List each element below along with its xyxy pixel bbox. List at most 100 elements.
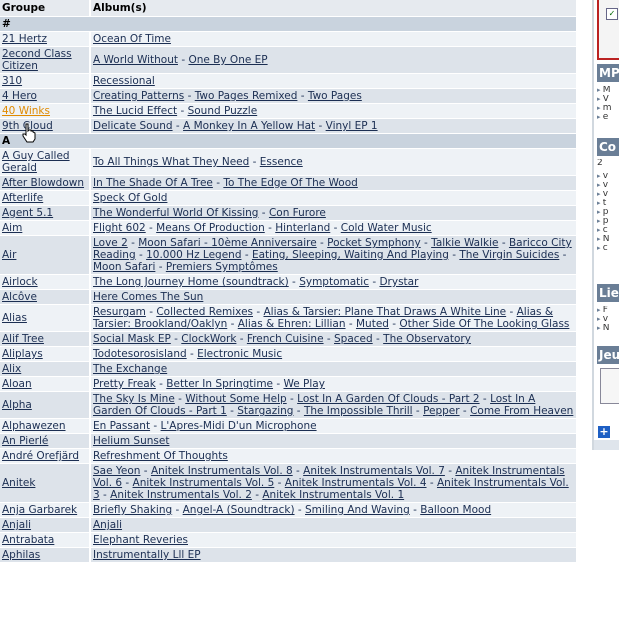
album-link[interactable]: Hinterland: [275, 222, 330, 234]
album-link[interactable]: The Observatory: [383, 333, 471, 345]
sidebar-link[interactable]: ▸ m: [597, 104, 619, 113]
group-link[interactable]: Alias: [2, 312, 27, 324]
album-link[interactable]: The Lucid Effect: [93, 105, 177, 117]
album-link[interactable]: Talkie Walkie: [431, 237, 498, 249]
album-link[interactable]: Lost In A Garden Of Clouds - Part 2: [297, 393, 479, 405]
group-link[interactable]: 2econd Class Citizen: [2, 48, 72, 72]
sidebar-link[interactable]: ▸ v: [597, 172, 619, 181]
group-link[interactable]: Air: [2, 249, 16, 261]
album-link[interactable]: Two Pages Remixed: [195, 90, 298, 102]
album-link[interactable]: Anitek Instrumentals Vol. 4: [285, 477, 427, 489]
album-link[interactable]: Eating, Sleeping, Waiting And Playing: [252, 249, 449, 261]
album-link[interactable]: Alias & Ehren: Lillian: [238, 318, 346, 330]
album-link[interactable]: Pocket Symphony: [327, 237, 421, 249]
group-link[interactable]: An Pierlé: [2, 435, 48, 447]
album-link[interactable]: Drystar: [379, 276, 418, 288]
sidebar-link[interactable]: ▸ v: [597, 315, 619, 324]
game-box[interactable]: [600, 368, 619, 404]
album-link[interactable]: L'Apres-Midi D'un Microphone: [161, 420, 317, 432]
sidebar-link[interactable]: ▸ N: [597, 235, 619, 244]
group-link[interactable]: Alphawezen: [2, 420, 66, 432]
album-link[interactable]: Social Mask EP: [93, 333, 171, 345]
checkbox[interactable]: ✓: [606, 8, 618, 20]
album-link[interactable]: Briefly Shaking: [93, 504, 172, 516]
album-link[interactable]: Muted: [356, 318, 389, 330]
group-link[interactable]: Aliplays: [2, 348, 43, 360]
album-link[interactable]: A World Without: [93, 54, 178, 66]
album-link[interactable]: Symptomatic: [299, 276, 369, 288]
album-link[interactable]: Vinyl EP 1: [326, 120, 378, 132]
album-link[interactable]: 10.000 Hz Legend: [146, 249, 241, 261]
group-link[interactable]: Antrabata: [2, 534, 54, 546]
album-link[interactable]: In The Shade Of A Tree: [93, 177, 213, 189]
group-link[interactable]: Alix: [2, 363, 21, 375]
sidebar-link[interactable]: ▸ F: [597, 306, 619, 315]
album-link[interactable]: Smiling And Waving: [305, 504, 410, 516]
sidebar-link[interactable]: ▸ t: [597, 199, 619, 208]
album-link[interactable]: Flight 602: [93, 222, 146, 234]
album-link[interactable]: Electronic Music: [197, 348, 282, 360]
album-link[interactable]: Creating Patterns: [93, 90, 184, 102]
album-link[interactable]: The Sky Is Mine: [93, 393, 175, 405]
album-link[interactable]: Anitek Instrumentals Vol. 7: [303, 465, 445, 477]
album-link[interactable]: Pretty Freak: [93, 378, 156, 390]
album-link[interactable]: Moon Safari - 10ème Anniversaire: [138, 237, 316, 249]
album-link[interactable]: Essence: [260, 156, 303, 168]
album-link[interactable]: Anjali: [93, 519, 122, 531]
album-link[interactable]: Spaced: [334, 333, 373, 345]
sidebar-link[interactable]: ▸ p: [597, 217, 619, 226]
sidebar-link[interactable]: ▸ v: [597, 190, 619, 199]
album-link[interactable]: Better In Springtime: [166, 378, 273, 390]
album-link[interactable]: Refreshment Of Thoughts: [93, 450, 228, 462]
album-link[interactable]: Without Some Help: [185, 393, 286, 405]
sidebar-link[interactable]: ▸ V: [597, 95, 619, 104]
album-link[interactable]: French Cuisine: [247, 333, 324, 345]
sidebar-link[interactable]: ▸ c: [597, 244, 619, 253]
album-link[interactable]: Recessional: [93, 75, 155, 87]
sidebar-link[interactable]: ▸ c: [597, 226, 619, 235]
album-link[interactable]: Elephant Reveries: [93, 534, 188, 546]
group-link[interactable]: Aloan: [2, 378, 32, 390]
album-link[interactable]: To All Things What They Need: [93, 156, 249, 168]
album-link[interactable]: Ocean Of Time: [93, 33, 171, 45]
group-link[interactable]: Anitek: [2, 477, 35, 489]
group-link[interactable]: Alcôve: [2, 291, 37, 303]
album-link[interactable]: Sae Yeon: [93, 465, 140, 477]
album-link[interactable]: Helium Sunset: [93, 435, 169, 447]
plus-icon[interactable]: +: [598, 426, 610, 438]
album-link[interactable]: Balloon Mood: [420, 504, 491, 516]
album-link[interactable]: Angel-A (Soundtrack): [183, 504, 295, 516]
album-link[interactable]: The Virgin Suicides: [459, 249, 559, 261]
album-link[interactable]: Moon Safari: [93, 261, 155, 273]
album-link[interactable]: The Exchange: [93, 363, 167, 375]
group-link[interactable]: Anja Garbarek: [2, 504, 77, 516]
group-link[interactable]: 40 Winks: [2, 105, 50, 117]
group-link[interactable]: After Blowdown: [2, 177, 84, 189]
album-link[interactable]: En Passant: [93, 420, 150, 432]
sidebar-link[interactable]: ▸ v: [597, 181, 619, 190]
album-link[interactable]: Cold Water Music: [341, 222, 432, 234]
album-link[interactable]: Anitek Instrumentals Vol. 1: [262, 489, 404, 501]
sidebar-link[interactable]: ▸ p: [597, 208, 619, 217]
album-link[interactable]: Todotesorosisland: [93, 348, 187, 360]
album-link[interactable]: Anitek Instrumentals Vol. 2: [110, 489, 252, 501]
album-link[interactable]: Collected Remixes: [156, 306, 253, 318]
group-link[interactable]: André Orefjärd: [2, 450, 79, 462]
group-link[interactable]: Aphilas: [2, 549, 40, 561]
group-link[interactable]: Alpha: [2, 399, 32, 411]
album-link[interactable]: The Long Journey Home (soundtrack): [93, 276, 289, 288]
album-link[interactable]: Stargazing: [237, 405, 293, 417]
group-link[interactable]: 4 Hero: [2, 90, 37, 102]
group-link[interactable]: Aim: [2, 222, 22, 234]
album-link[interactable]: Resurgam: [93, 306, 146, 318]
album-link[interactable]: We Play: [283, 378, 324, 390]
album-link[interactable]: Love 2: [93, 237, 128, 249]
album-link[interactable]: Anitek Instrumentals Vol. 5: [133, 477, 275, 489]
album-link[interactable]: Sound Puzzle: [188, 105, 258, 117]
album-link[interactable]: ClockWork: [181, 333, 236, 345]
album-link[interactable]: Premiers Symptômes: [166, 261, 278, 273]
album-link[interactable]: Other Side Of The Looking Glass: [399, 318, 569, 330]
album-link[interactable]: To The Edge Of The Wood: [223, 177, 357, 189]
album-link[interactable]: Pepper: [423, 405, 460, 417]
album-link[interactable]: The Impossible Thrill: [304, 405, 413, 417]
